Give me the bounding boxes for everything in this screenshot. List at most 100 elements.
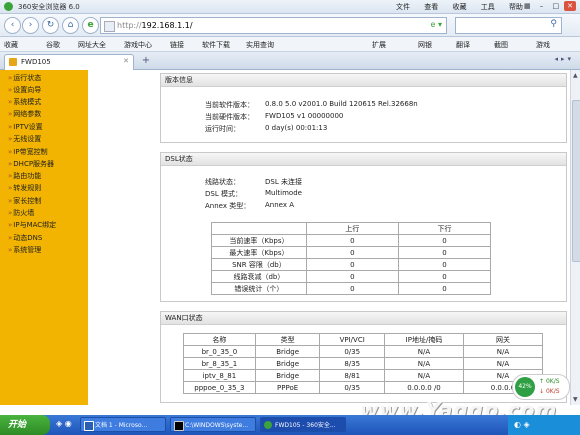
fav-translate[interactable]: 翻译 <box>456 40 470 50</box>
table-cell: 线路衰减（db） <box>211 270 307 283</box>
refresh-icon[interactable]: ↻ <box>42 17 59 34</box>
sidebar-item-iptv[interactable]: IPTV设置 <box>8 122 42 132</box>
skin-icon[interactable]: ▦ <box>521 1 533 11</box>
back-icon[interactable]: ‹ <box>4 17 21 34</box>
task-cmd-window[interactable]: C:\WINDOWS\syste... <box>170 417 256 432</box>
table-cell: 当前速率（Kbps） <box>211 234 307 247</box>
annex-value: Annex A <box>265 201 295 209</box>
home-icon[interactable]: ⌂ <box>62 17 79 34</box>
address-bar[interactable]: http://192.168.1.1/ e ▾ <box>100 17 447 34</box>
menu-file[interactable]: 文件 <box>396 3 410 11</box>
table-cell: 0 <box>397 282 492 295</box>
browser-e-icon[interactable]: e <box>82 17 99 34</box>
sidebar-item-network-params[interactable]: 网络参数 <box>8 109 41 119</box>
table-cell: Bridge <box>254 369 321 382</box>
task-browser[interactable]: FWD105 - 360安全... <box>260 417 346 432</box>
table-cell: 0 <box>305 234 399 247</box>
taskbar: 开始 ◈ ◉ 文档 1 - Microso... C:\WINDOWS\syst… <box>0 415 580 435</box>
scroll-up-icon[interactable]: ▲ <box>573 72 578 79</box>
scroll-down-icon[interactable]: ▼ <box>573 396 578 403</box>
sidebar-item-forwarding[interactable]: 转发规则 <box>8 183 41 193</box>
table-cell: N/A <box>462 345 544 358</box>
version-label: 当前软件版本： <box>205 101 254 109</box>
sidebar-item-parental[interactable]: 家长控制 <box>8 196 41 206</box>
sidebar-item-system-mgmt[interactable]: 系统管理 <box>8 245 41 255</box>
table-cell: iptv_8_81 <box>183 369 256 382</box>
scrollbar-thumb[interactable] <box>572 100 580 262</box>
search-icon[interactable]: ⚲ <box>550 19 557 29</box>
close-icon[interactable]: ✕ <box>564 1 576 11</box>
tray-icons[interactable]: ◐ ◈ <box>514 420 530 429</box>
sidebar-item-setup-wizard[interactable]: 设置向导 <box>8 85 41 95</box>
line-status-label: 线路状态： <box>205 178 240 186</box>
version-panel-title: 版本信息 <box>161 74 566 87</box>
search-box[interactable]: ⚲ <box>455 17 562 34</box>
fav-extensions[interactable]: 扩展 <box>372 40 386 50</box>
sidebar-item-ip-mac[interactable]: IP与MAC绑定 <box>8 220 56 230</box>
dsl-mode-value: Multimode <box>265 189 302 197</box>
address-url[interactable]: http://192.168.1.1/ <box>117 21 193 30</box>
table-cell: br_8_35_1 <box>183 357 256 370</box>
window-title: 360安全浏览器 6.0 <box>18 3 80 11</box>
version-panel: 版本信息 当前软件版本： 0.8.0 5.0 v2001.0 Build 120… <box>160 73 567 143</box>
vertical-scrollbar[interactable]: ▲ ▼ <box>570 70 580 405</box>
sidebar-item-routing[interactable]: 路由功能 <box>8 171 41 181</box>
fav-software[interactable]: 软件下载 <box>202 40 230 50</box>
fav-games[interactable]: 游戏 <box>536 40 550 50</box>
task-word-document[interactable]: 文档 1 - Microso... <box>80 417 166 432</box>
table-cell: 8/35 <box>319 357 386 370</box>
table-header <box>211 222 307 235</box>
forward-icon[interactable]: › <box>22 17 39 34</box>
sidebar-item-system-mode[interactable]: 系统模式 <box>8 97 41 107</box>
sidebar-item-run-status[interactable]: 运行状态 <box>8 73 41 83</box>
sidebar-item-bandwidth[interactable]: IP带宽控制 <box>8 147 47 157</box>
browser-task-icon <box>264 421 272 429</box>
menu-view[interactable]: 查看 <box>424 3 438 11</box>
table-row: 最大速率（Kbps） 0 0 <box>211 246 492 259</box>
sidebar-item-dhcp[interactable]: DHCP服务器 <box>8 159 54 169</box>
table-cell: 0 <box>305 258 399 271</box>
sidebar-item-ddns[interactable]: 动态DNS <box>8 233 42 243</box>
menu-favorites[interactable]: 收藏 <box>452 3 466 11</box>
table-row: br_0_35_0 Bridge 0/35 N/A N/A <box>183 345 544 358</box>
start-button[interactable]: 开始 <box>0 415 50 435</box>
quicklaunch-icons[interactable]: ◈ ◉ <box>56 419 72 428</box>
table-row: iptv_8_81 Bridge 8/81 N/A N/A <box>183 369 544 382</box>
tab-fwd105[interactable]: FWD105 ✕ <box>4 54 134 70</box>
sidebar-item-firewall[interactable]: 防火墙 <box>8 208 34 218</box>
tab-close-icon[interactable]: ✕ <box>123 57 129 65</box>
fav-screenshot[interactable]: 截图 <box>494 40 508 50</box>
sidebar-item-wireless[interactable]: 无线设置 <box>8 134 41 144</box>
fav-game-center[interactable]: 游戏中心 <box>124 40 152 50</box>
wan-panel-title: WAN口状态 <box>161 312 566 325</box>
fav-bank[interactable]: 网银 <box>418 40 432 50</box>
fav-links[interactable]: 链接 <box>170 40 184 50</box>
menu-bar: 文件 查看 收藏 工具 帮助 <box>396 2 535 12</box>
table-header-row: 名称 类型 VPI/VCI IP地址/掩码 网关 <box>183 333 544 346</box>
word-icon <box>84 421 94 431</box>
fav-url-guide[interactable]: 网址大全 <box>78 40 106 50</box>
menu-tools[interactable]: 工具 <box>481 3 495 11</box>
table-cell: Bridge <box>254 345 321 358</box>
dsl-panel: DSL状态 线路状态： DSL 未连接 DSL 模式： Multimode An… <box>160 152 567 302</box>
table-cell: 0 <box>305 246 399 259</box>
table-row: pppoe_0_35_3 PPPoE 0/35 0.0.0.0 /0 0.0.0… <box>183 381 544 394</box>
tab-favicon-icon <box>9 58 17 66</box>
wan-panel: WAN口状态 名称 类型 VPI/VCI IP地址/掩码 网关 br_0_35_… <box>160 311 567 403</box>
fav-google[interactable]: 谷歌 <box>46 40 60 50</box>
window-controls: ▦ – □ ✕ <box>521 1 576 11</box>
title-bar: 360安全浏览器 6.0 文件 查看 收藏 工具 帮助 ▦ – □ ✕ <box>0 0 580 14</box>
network-speed-widget[interactable]: 42% ↑ 0K/S ↓ 0K/S <box>512 374 570 400</box>
maximize-icon[interactable]: □ <box>550 1 562 11</box>
table-header-row: 上行 下行 <box>211 222 492 235</box>
upload-speed: ↑ 0K/S <box>539 378 560 385</box>
fav-query[interactable]: 实用查询 <box>246 40 274 50</box>
tab-menu-icon[interactable]: ◂▸▾ <box>554 55 574 63</box>
table-cell: 0 <box>397 270 492 283</box>
go-icon[interactable]: e ▾ <box>431 20 442 29</box>
minimize-icon[interactable]: – <box>536 1 548 11</box>
table-cell: 0 <box>397 258 492 271</box>
new-tab-icon[interactable]: + <box>140 55 152 67</box>
table-cell: 0 <box>305 282 399 295</box>
fav-collect[interactable]: 收藏 <box>4 40 18 50</box>
